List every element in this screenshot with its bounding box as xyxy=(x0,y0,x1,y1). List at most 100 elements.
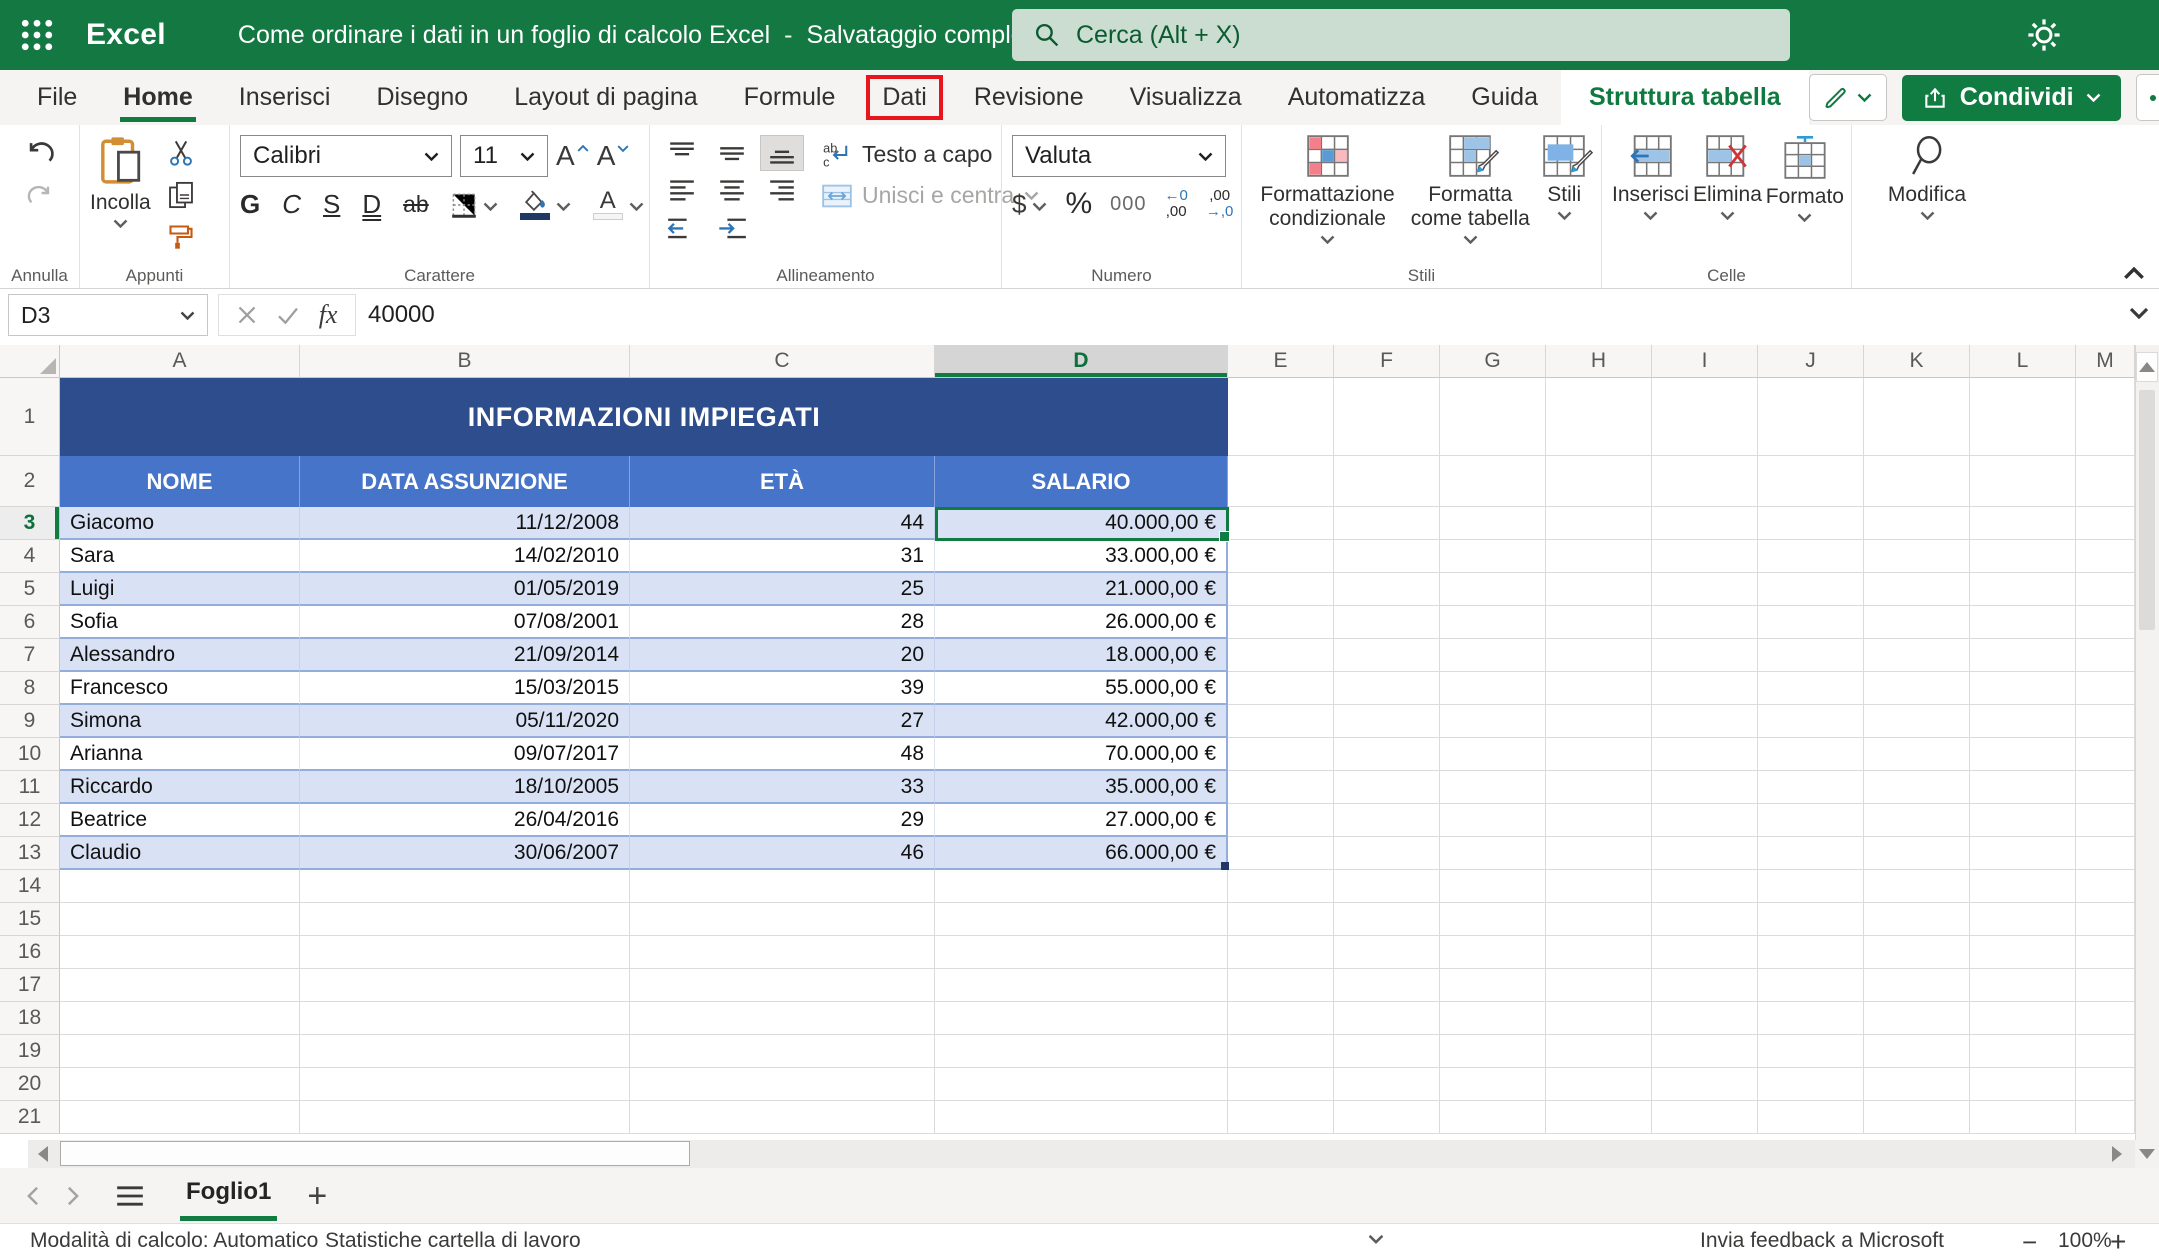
add-sheet-button[interactable]: + xyxy=(307,1181,327,1211)
cell-L6[interactable] xyxy=(1970,606,2076,639)
cell-F6[interactable] xyxy=(1334,606,1440,639)
cell-I12[interactable] xyxy=(1652,804,1758,837)
cell-M21[interactable] xyxy=(2076,1101,2135,1134)
cell-B3[interactable]: 11/12/2008 xyxy=(300,507,630,540)
cell-A20[interactable] xyxy=(60,1068,300,1101)
cell-F9[interactable] xyxy=(1334,705,1440,738)
redo-button[interactable] xyxy=(26,183,54,208)
cut-button[interactable] xyxy=(161,135,201,171)
tab-struttura-tabella[interactable]: Struttura tabella xyxy=(1561,70,1809,125)
cell-I1[interactable] xyxy=(1652,378,1758,456)
zoom-out-button[interactable]: − xyxy=(2022,1227,2037,1258)
row-header-1[interactable]: 1 xyxy=(0,378,60,456)
row-header-2[interactable]: 2 xyxy=(0,456,60,507)
cell-B12[interactable]: 26/04/2016 xyxy=(300,804,630,837)
cell-G3[interactable] xyxy=(1440,507,1546,540)
cell-E2[interactable] xyxy=(1228,456,1334,507)
cell-D4[interactable]: 33.000,00 € xyxy=(935,540,1228,573)
cell-K2[interactable] xyxy=(1864,456,1970,507)
cell-F14[interactable] xyxy=(1334,870,1440,903)
cell-K3[interactable] xyxy=(1864,507,1970,540)
cell-G11[interactable] xyxy=(1440,771,1546,804)
cell-H12[interactable] xyxy=(1546,804,1652,837)
cell-G8[interactable] xyxy=(1440,672,1546,705)
cell-A6[interactable]: Sofia xyxy=(60,606,300,639)
cell-M6[interactable] xyxy=(2076,606,2135,639)
cell-C4[interactable]: 31 xyxy=(630,540,935,573)
align-top-button[interactable] xyxy=(660,135,704,171)
column-header-G[interactable]: G xyxy=(1440,345,1546,378)
cell-D6[interactable]: 26.000,00 € xyxy=(935,606,1228,639)
row-header-21[interactable]: 21 xyxy=(0,1101,60,1134)
align-right-button[interactable] xyxy=(760,173,804,209)
cell-B16[interactable] xyxy=(300,936,630,969)
cell-A3[interactable]: Giacomo xyxy=(60,507,300,540)
cell-J10[interactable] xyxy=(1758,738,1864,771)
tab-guida[interactable]: Guida xyxy=(1448,70,1561,125)
cell-M13[interactable] xyxy=(2076,837,2135,870)
cell-B19[interactable] xyxy=(300,1035,630,1068)
cell-H2[interactable] xyxy=(1546,456,1652,507)
cell-B9[interactable]: 05/11/2020 xyxy=(300,705,630,738)
cell-K8[interactable] xyxy=(1864,672,1970,705)
delete-cells-button[interactable]: Elimina xyxy=(1693,135,1762,220)
cell-J13[interactable] xyxy=(1758,837,1864,870)
cell-L11[interactable] xyxy=(1970,771,2076,804)
row-header-16[interactable]: 16 xyxy=(0,936,60,969)
cell-H1[interactable] xyxy=(1546,378,1652,456)
cell-I10[interactable] xyxy=(1652,738,1758,771)
cell-M10[interactable] xyxy=(2076,738,2135,771)
cell-A8[interactable]: Francesco xyxy=(60,672,300,705)
cell-H5[interactable] xyxy=(1546,573,1652,606)
cell-L3[interactable] xyxy=(1970,507,2076,540)
cell-B14[interactable] xyxy=(300,870,630,903)
font-name-select[interactable]: Calibri xyxy=(240,135,452,177)
cell-A11[interactable]: Riccardo xyxy=(60,771,300,804)
cell-C5[interactable]: 25 xyxy=(630,573,935,606)
cell-K11[interactable] xyxy=(1864,771,1970,804)
column-header-A[interactable]: A xyxy=(60,345,300,378)
cell-F17[interactable] xyxy=(1334,969,1440,1002)
cell-H3[interactable] xyxy=(1546,507,1652,540)
cell-E3[interactable] xyxy=(1228,507,1334,540)
cell-F4[interactable] xyxy=(1334,540,1440,573)
cell-F15[interactable] xyxy=(1334,903,1440,936)
row-header-20[interactable]: 20 xyxy=(0,1068,60,1101)
shrink-font-button[interactable]: A xyxy=(597,140,630,172)
cell-F10[interactable] xyxy=(1334,738,1440,771)
cell-J21[interactable] xyxy=(1758,1101,1864,1134)
cell-I6[interactable] xyxy=(1652,606,1758,639)
copy-button[interactable] xyxy=(161,177,201,213)
insert-function-fx-button[interactable]: fx xyxy=(319,300,338,330)
cell-F5[interactable] xyxy=(1334,573,1440,606)
cell-C11[interactable]: 33 xyxy=(630,771,935,804)
cell-G16[interactable] xyxy=(1440,936,1546,969)
cell-J8[interactable] xyxy=(1758,672,1864,705)
cell-A18[interactable] xyxy=(60,1002,300,1035)
name-box[interactable]: D3 xyxy=(8,294,208,336)
cell-A19[interactable] xyxy=(60,1035,300,1068)
cell-C12[interactable]: 29 xyxy=(630,804,935,837)
cell-B5[interactable]: 01/05/2019 xyxy=(300,573,630,606)
tab-automatizza[interactable]: Automatizza xyxy=(1265,70,1449,125)
app-launcher-waffle-icon[interactable] xyxy=(20,18,54,52)
cell-G14[interactable] xyxy=(1440,870,1546,903)
cell-M16[interactable] xyxy=(2076,936,2135,969)
cell-G9[interactable] xyxy=(1440,705,1546,738)
cell-K7[interactable] xyxy=(1864,639,1970,672)
row-header-14[interactable]: 14 xyxy=(0,870,60,903)
cell-E9[interactable] xyxy=(1228,705,1334,738)
cell-L15[interactable] xyxy=(1970,903,2076,936)
cell-E20[interactable] xyxy=(1228,1068,1334,1101)
cell-J17[interactable] xyxy=(1758,969,1864,1002)
cell-J2[interactable] xyxy=(1758,456,1864,507)
format-painter-button[interactable] xyxy=(161,219,201,255)
column-header-E[interactable]: E xyxy=(1228,345,1334,378)
cell-D3[interactable]: 40.000,00 € xyxy=(935,507,1228,540)
undo-button[interactable] xyxy=(24,139,56,167)
cell-G2[interactable] xyxy=(1440,456,1546,507)
cell-B21[interactable] xyxy=(300,1101,630,1134)
cell-L21[interactable] xyxy=(1970,1101,2076,1134)
cell-D5[interactable]: 21.000,00 € xyxy=(935,573,1228,606)
cell-M19[interactable] xyxy=(2076,1035,2135,1068)
